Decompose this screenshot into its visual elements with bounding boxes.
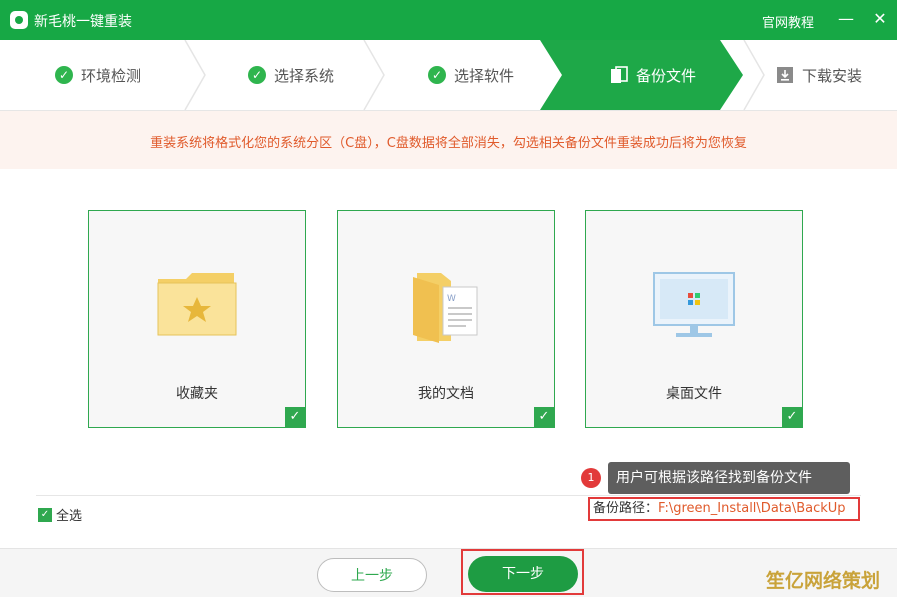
- svg-text:W: W: [447, 294, 456, 304]
- step-label: 选择系统: [274, 66, 335, 85]
- backup-path: 备份路径：F:\green_Install\Data\BackUp: [588, 497, 860, 521]
- annotation-badge: 1: [581, 468, 601, 488]
- check-icon: ✓: [428, 66, 446, 84]
- backup-card-desktop[interactable]: 桌面文件 ✓: [585, 210, 803, 428]
- warning-banner: 重装系统将格式化您的系统分区（C盘），C盘数据将全部消失，勾选相关备份文件重装成…: [0, 111, 897, 169]
- step-select-software: ✓ 选择软件: [428, 40, 514, 110]
- favorites-folder-icon: [157, 273, 237, 336]
- step-label: 备份文件: [636, 66, 697, 85]
- card-label: 我的文档: [418, 386, 474, 402]
- app-logo-icon: [10, 11, 28, 29]
- select-all-label: 全选: [56, 509, 83, 524]
- annotation-tooltip: 用户可根据该路径找到备份文件: [608, 462, 850, 494]
- select-all-checkbox[interactable]: ✓ 全选: [38, 505, 82, 524]
- card-checkbox-checked[interactable]: ✓: [782, 407, 802, 427]
- backup-card-documents[interactable]: W 我的文档 ✓: [337, 210, 555, 428]
- step-label: 环境检测: [81, 66, 142, 85]
- step-environment-check: ✓ 环境检测: [55, 40, 141, 110]
- step-select-system: ✓ 选择系统: [248, 40, 334, 110]
- documents-icon: W: [413, 273, 478, 343]
- card-checkbox-checked[interactable]: ✓: [534, 407, 554, 427]
- step-separator: [743, 40, 765, 110]
- step-bar: ✓ 环境检测 ✓ 选择系统 ✓ 选择软件 备份文件 下载安装: [0, 40, 897, 111]
- card-checkbox-checked[interactable]: ✓: [285, 407, 305, 427]
- card-label: 桌面文件: [666, 386, 722, 402]
- divider: [36, 495, 861, 496]
- step-separator: [184, 40, 206, 110]
- minimize-button[interactable]: —: [836, 9, 856, 29]
- backup-icon: [611, 66, 628, 83]
- card-label: 收藏夹: [176, 386, 218, 402]
- footer-bar: [0, 548, 897, 597]
- next-step-button[interactable]: 下一步: [468, 556, 578, 592]
- check-icon: ✓: [55, 66, 73, 84]
- watermark-text: 笙亿网络策划: [766, 570, 881, 592]
- backup-card-favorites[interactable]: 收藏夹 ✓: [88, 210, 306, 428]
- app-title: 新毛桃一键重装: [34, 14, 132, 30]
- step-backup-files: 备份文件: [610, 40, 696, 110]
- step-separator: [363, 40, 385, 110]
- backup-path-label: 备份路径：: [593, 501, 659, 516]
- download-icon: [777, 67, 793, 83]
- desktop-monitor-icon: [653, 272, 735, 337]
- previous-step-button[interactable]: 上一步: [317, 558, 427, 592]
- step-label: 选择软件: [454, 66, 515, 85]
- backup-path-value[interactable]: F:\green_Install\Data\BackUp: [658, 501, 846, 516]
- step-label: 下载安装: [802, 66, 863, 85]
- close-button[interactable]: ✕: [870, 9, 890, 29]
- tutorial-link[interactable]: 官网教程: [762, 12, 814, 31]
- checkbox-checked-icon: ✓: [38, 507, 52, 522]
- step-download-install: 下载安装: [776, 40, 862, 110]
- check-icon: ✓: [248, 66, 266, 84]
- title-bar: 新毛桃一键重装 官网教程 — ✕: [0, 0, 897, 40]
- warning-text: 重装系统将格式化您的系统分区（C盘），C盘数据将全部消失，勾选相关备份文件重装成…: [150, 136, 747, 151]
